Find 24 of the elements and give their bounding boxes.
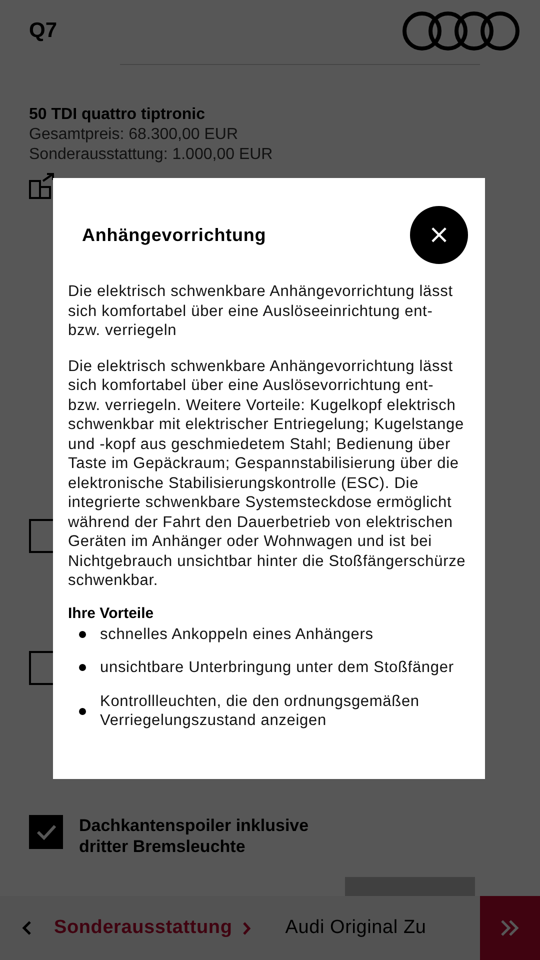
benefit-text: unsichtbare Unterbringung unter dem Stoßfänger — [100, 658, 454, 678]
benefits-heading: Ihre Vorteile — [68, 604, 155, 622]
checkbox[interactable] — [29, 815, 63, 849]
model-title: Q7 — [29, 19, 58, 43]
chevron-right-icon — [242, 920, 252, 936]
model-name: 50 TDI quattro tiptronic — [29, 105, 206, 125]
nav-tab[interactable]: Audi Original Zu — [285, 917, 426, 939]
double-chevron-icon — [500, 919, 520, 937]
rings-logo-icon — [402, 10, 520, 52]
dialog-title: Anhängevorrichtung — [82, 224, 266, 246]
description-text: Die elektrisch schwenkbare Anhängevorrichtung lässt sich komfortabel über eine Auslösevorrichtung ent- bzw. verriegeln. Weitere Vorteile: Kugelkopf elektrisch schwenkbar mit elektrischer Entriegelung; Kugelstange und -kopf aus geschmiedetem Stahl; Bedienung über Taste im Gepäckraum; Gespannstabilisierung über die elektronische Stabilisierungskontrolle (ESC). Die integrierte schwenkbare Systemsteckdose ermöglicht während der Fahrt den Dauerbetrieb von elektrischen Geräten im Anhänger oder Wohnwagen und ist bei Nichtgebrauch unsichtbar hinter die Stoßfängerschürze schwenkbar. — [68, 356, 467, 590]
description-text: Die elektrisch schwenkbare Anhängevorrichtung lässt sich komfortabel über eine Auslöseeinrichtung ent- bzw. verriegeln — [68, 282, 454, 340]
benefit-text: Kontrollleuchten, die den ordnungsgemäßen Verriegelungszustand anzeigen — [100, 692, 420, 730]
back-chevron-icon[interactable] — [22, 920, 32, 936]
export-icon[interactable] — [29, 173, 55, 199]
option-name: Dachkantenspoiler inklusive dritter Bremsleuchte — [79, 815, 310, 857]
options-price: Sonderausstattung: 1.000,00 EUR — [29, 145, 274, 165]
nav-tab[interactable]: Sonderausstattung — [54, 917, 232, 939]
bullet-icon — [79, 708, 86, 714]
bullet-icon — [79, 630, 86, 638]
benefit-text: schnelles Ankoppeln eines Anhängers — [100, 624, 374, 644]
total-price: Gesamtpreis: 68.300,00 EUR — [29, 125, 239, 145]
bullet-icon — [79, 664, 86, 672]
close-button[interactable]: × — [410, 206, 468, 264]
